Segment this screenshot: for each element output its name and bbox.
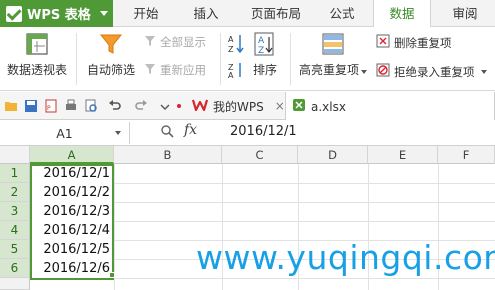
sort-ascending-icon: AZ xyxy=(228,33,244,56)
row-header-5[interactable]: 5 xyxy=(0,240,30,259)
quick-access-bar: P 我的WPS × a.xlsx xyxy=(0,92,495,121)
formula-input[interactable]: 2016/12/1 xyxy=(230,124,297,139)
cell-a4[interactable]: 2016/12/4 xyxy=(31,221,113,240)
row-header-7[interactable] xyxy=(0,278,30,290)
sort-descending-icon: ZA xyxy=(228,62,244,81)
row-header-4[interactable]: 4 xyxy=(0,221,30,240)
redo-icon[interactable] xyxy=(134,99,148,113)
reapply-icon xyxy=(144,63,156,78)
tab-insert[interactable]: 插入 xyxy=(186,0,226,27)
print-icon[interactable] xyxy=(64,99,78,113)
cell-a3[interactable]: 2016/12/3 xyxy=(31,202,113,221)
name-box[interactable]: A1 xyxy=(0,122,130,144)
cell-a5[interactable]: 2016/12/5 xyxy=(31,240,113,259)
chevron-down-icon xyxy=(480,69,487,74)
show-all-button[interactable]: 全部显示 xyxy=(144,34,206,50)
close-icon[interactable]: × xyxy=(275,99,285,113)
chevron-down-icon[interactable] xyxy=(115,131,121,135)
svg-text:A: A xyxy=(228,71,234,78)
watermark-text: www.yuqingqi.com xyxy=(196,238,495,277)
reject-duplicates-icon xyxy=(376,63,390,80)
remove-duplicates-button[interactable]: 删除重复项 xyxy=(376,34,452,51)
tab-a-xlsx[interactable]: a.xlsx xyxy=(285,92,495,121)
sort-label: 排序 xyxy=(252,63,277,77)
app-menu-button[interactable]: WPS 表格 xyxy=(0,0,113,27)
column-header-c[interactable]: C xyxy=(222,146,298,164)
row-header-2[interactable]: 2 xyxy=(0,183,30,202)
svg-text:Z: Z xyxy=(258,46,264,56)
cell-a6[interactable]: 2016/12/6 xyxy=(31,259,113,278)
autofilter-button[interactable]: 自动筛选 xyxy=(84,31,138,78)
insert-function-icon[interactable]: fx xyxy=(184,122,197,138)
ribbon-separator xyxy=(220,33,221,85)
print-preview-icon[interactable] xyxy=(84,99,98,113)
pivot-table-button[interactable]: 数据透视表 xyxy=(4,31,70,78)
sort-button[interactable]: A Z 排序 xyxy=(250,31,280,78)
tab-formula[interactable]: 公式 xyxy=(322,0,362,27)
tab-my-wps-label: 我的WPS xyxy=(213,99,264,114)
ribbon: 数据透视表 自动筛选 全部显示 重新应用 AZ ZA A Z 排序 高亮重复项 … xyxy=(0,27,495,91)
select-all-corner[interactable] xyxy=(0,146,30,164)
reject-duplicates-label: 拒绝录入重复项 xyxy=(394,64,475,79)
wps-logo-icon xyxy=(6,5,22,22)
tab-my-wps[interactable]: 我的WPS × xyxy=(186,92,291,120)
tab-review[interactable]: 审阅 xyxy=(445,0,485,27)
autofilter-label: 自动筛选 xyxy=(86,63,135,77)
reapply-button[interactable]: 重新应用 xyxy=(144,62,206,78)
show-all-label: 全部显示 xyxy=(160,35,206,49)
sort-descending-button[interactable]: ZA xyxy=(228,62,244,81)
menu-bar: WPS 表格 开始 插入 页面布局 公式 数据 审阅 xyxy=(0,0,495,28)
fill-handle[interactable] xyxy=(109,272,115,278)
tab-a-xlsx-label: a.xlsx xyxy=(311,99,346,114)
column-header-b[interactable]: B xyxy=(114,146,222,164)
sort-ascending-button[interactable]: AZ xyxy=(228,33,244,56)
spreadsheet-file-icon xyxy=(292,98,306,115)
open-folder-icon[interactable] xyxy=(4,99,18,113)
column-header-f[interactable]: F xyxy=(438,146,495,164)
customize-toolbar-icon[interactable] xyxy=(158,99,172,113)
remove-duplicates-icon xyxy=(376,34,390,51)
column-header-d[interactable]: D xyxy=(298,146,368,164)
highlight-duplicates-button[interactable]: 高亮重复项 xyxy=(296,31,370,78)
row-header-3[interactable]: 3 xyxy=(0,202,30,221)
pivot-table-icon xyxy=(24,31,50,57)
pivot-table-label: 数据透视表 xyxy=(6,63,67,77)
reject-duplicates-button[interactable]: 拒绝录入重复项 xyxy=(376,63,487,80)
remove-duplicates-label: 删除重复项 xyxy=(394,35,452,50)
svg-text:P: P xyxy=(47,105,51,112)
reapply-label: 重新应用 xyxy=(160,63,206,77)
app-title: WPS 表格 xyxy=(27,8,91,23)
funnel-small-icon xyxy=(144,35,156,50)
chevron-down-icon xyxy=(361,70,367,74)
row-header-1[interactable]: 1 xyxy=(0,164,30,183)
export-pdf-icon[interactable]: P xyxy=(44,99,58,113)
tab-page-layout[interactable]: 页面布局 xyxy=(246,0,306,27)
tab-data[interactable]: 数据 xyxy=(373,0,431,28)
name-box-value: A1 xyxy=(56,125,73,141)
column-header-e[interactable]: E xyxy=(368,146,438,164)
ribbon-separator xyxy=(76,33,77,85)
column-header-a[interactable]: A xyxy=(30,146,114,164)
highlight-duplicates-label: 高亮重复项 xyxy=(299,63,367,77)
highlight-duplicates-icon xyxy=(320,31,346,57)
svg-text:A: A xyxy=(228,35,234,44)
filter-funnel-icon xyxy=(98,31,124,57)
gridline xyxy=(30,278,495,279)
ribbon-separator xyxy=(290,33,291,85)
sort-az-icon: A Z xyxy=(252,31,278,57)
zoom-search-icon[interactable] xyxy=(160,124,174,142)
wps-w-icon xyxy=(191,98,209,115)
formula-bar: A1 fx 2016/12/1 xyxy=(0,120,495,146)
chevron-down-icon xyxy=(99,11,108,16)
undo-icon[interactable] xyxy=(108,99,122,113)
svg-text:Z: Z xyxy=(228,45,234,53)
tab-home[interactable]: 开始 xyxy=(126,0,166,27)
save-icon[interactable] xyxy=(24,99,38,113)
cell-a1[interactable]: 2016/12/1 xyxy=(31,164,113,183)
svg-text:A: A xyxy=(258,36,265,46)
cell-a2[interactable]: 2016/12/2 xyxy=(31,183,113,202)
row-header-6[interactable]: 6 xyxy=(0,259,30,278)
